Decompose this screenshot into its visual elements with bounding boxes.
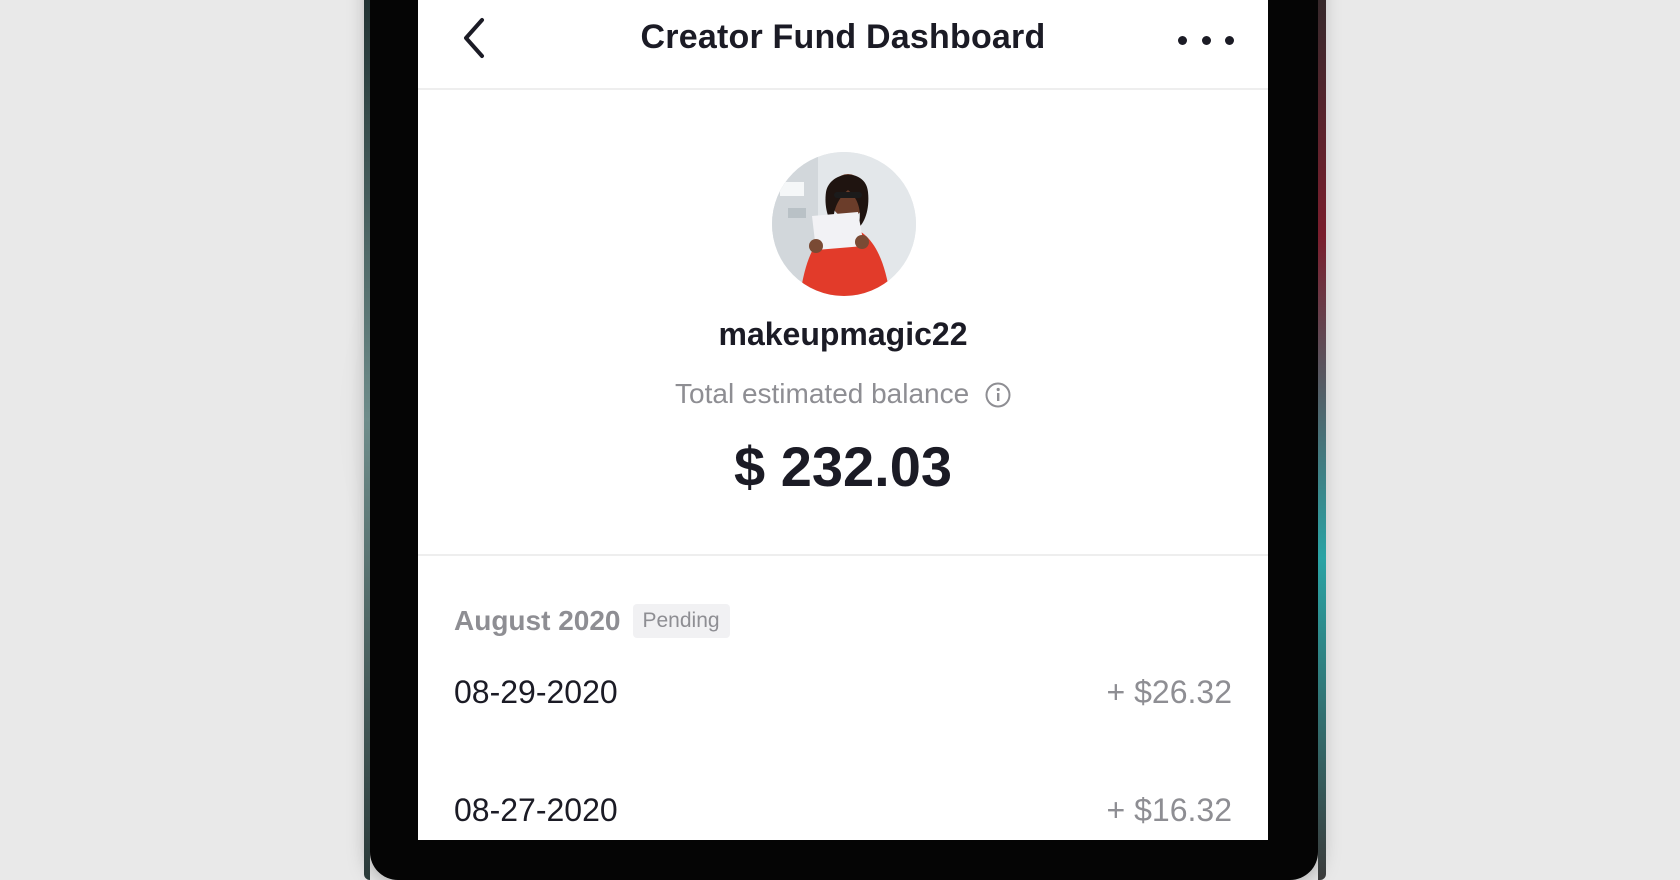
more-horizontal-icon — [1178, 35, 1187, 45]
back-button[interactable] — [456, 16, 496, 60]
balance-label: Total estimated balance — [675, 378, 970, 409]
month-label: August 2020 — [454, 605, 621, 636]
more-horizontal-icon — [1225, 35, 1234, 45]
earnings-section: August 2020 Pending 08-29-2020 + $26.32 … — [418, 556, 1268, 840]
chevron-left-icon — [464, 18, 484, 58]
entry-amount: + $16.32 — [1106, 791, 1232, 828]
info-icon[interactable] — [985, 382, 1011, 408]
status-badge: Pending — [632, 604, 730, 638]
entry-date: 08-29-2020 — [454, 673, 618, 710]
app-screen: Creator Fund Dashboard makeupmagic22 Tot… — [418, 0, 1268, 840]
username: makeupmagic22 — [718, 316, 968, 352]
entry-date: 08-27-2020 — [454, 791, 618, 828]
entry-amount: + $26.32 — [1106, 673, 1232, 710]
page-title: Creator Fund Dashboard — [640, 17, 1046, 56]
top-bar: Creator Fund Dashboard — [418, 0, 1268, 90]
balance-amount: $ 232.03 — [734, 435, 952, 498]
profile-summary: makeupmagic22 Total estimated balance $ … — [418, 88, 1268, 556]
list-item[interactable]: 08-29-2020 + $26.32 — [454, 668, 1232, 716]
profile-photo — [772, 152, 916, 296]
more-horizontal-icon — [1201, 35, 1211, 45]
avatar[interactable] — [772, 152, 916, 296]
month-header: August 2020 Pending — [454, 604, 730, 638]
balance-label-row: Total estimated balance — [418, 378, 1268, 410]
more-button[interactable] — [1178, 22, 1234, 58]
list-item[interactable]: 08-27-2020 + $16.32 — [454, 786, 1232, 834]
